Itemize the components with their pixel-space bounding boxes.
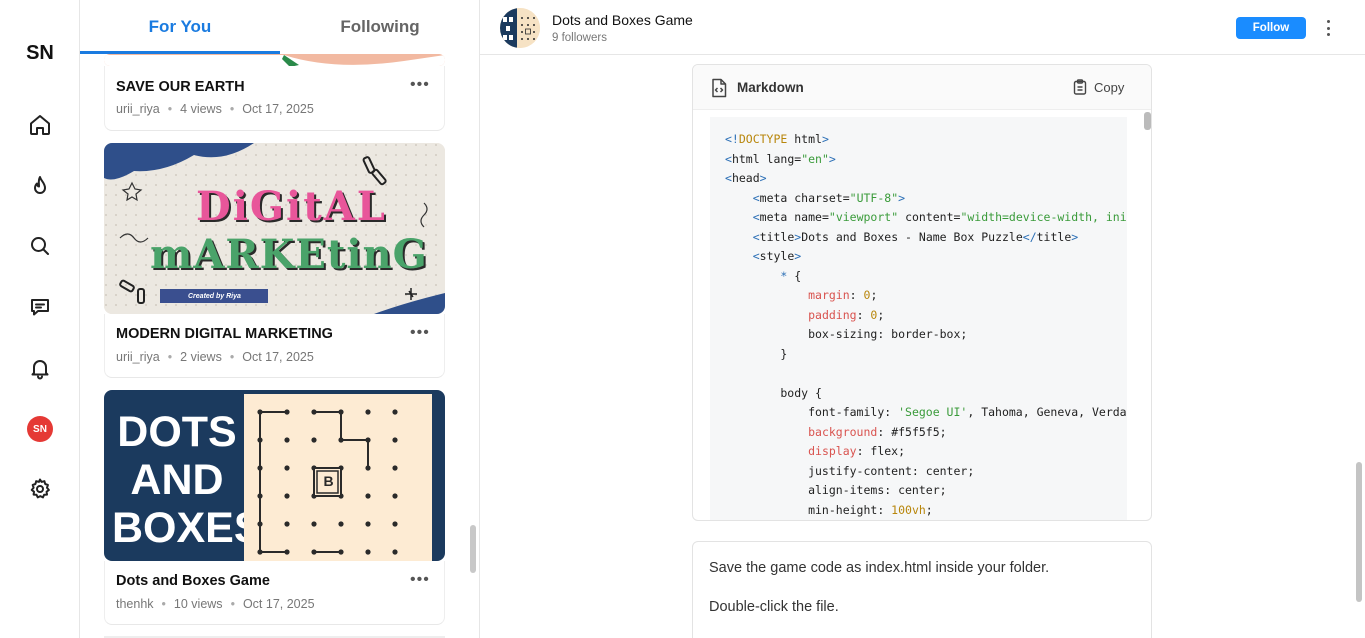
thumbnail-title-block: DOTS AND BOXES [112,408,263,552]
post-date: Oct 17, 2025 [242,102,314,116]
bell-icon[interactable] [27,355,53,381]
post-thumbnail[interactable]: DOTS AND BOXES B [104,390,445,561]
tab-following[interactable]: Following [280,0,479,54]
profile-avatar[interactable]: SN [27,416,53,442]
search-icon[interactable] [27,233,53,259]
post-views: 4 views [180,102,222,116]
post-title[interactable]: Dots and Boxes Game [116,573,270,589]
post-title[interactable]: SAVE OUR EARTH [116,79,245,95]
code-content[interactable]: <!DOCTYPE html> <html lang="en"> <head> … [710,117,1127,520]
more-options-icon[interactable]: ••• [410,76,430,94]
feed-tabs: For You Following [80,0,479,54]
clipboard-icon [1073,79,1087,95]
channel-avatar[interactable] [500,8,540,48]
instructions-block: Save the game code as index.html inside … [692,541,1152,638]
post-author[interactable]: urii_riya [116,350,160,364]
thumbnail-headline: DiGitAL [196,183,387,230]
post-meta: urii_riya • 4 views • Oct 17, 2025 [116,102,314,116]
tab-for-you[interactable]: For You [80,0,280,54]
post-author[interactable]: thenhk [116,597,154,611]
home-icon[interactable] [27,112,53,138]
more-options-icon[interactable]: ••• [410,324,430,342]
article-panel: Dots and Boxes Game 9 followers Follow M… [480,0,1365,638]
code-file-icon [710,78,728,103]
code-scrollbar[interactable] [1144,110,1151,520]
feed-column: For You Following SAVE OUR EARTH urii_ri… [80,0,480,638]
post-author[interactable]: urii_riya [116,102,160,116]
box-letter: B [323,473,334,489]
gear-icon[interactable] [27,476,53,502]
post-views: 10 views [173,597,223,611]
thumbnail-credit: Created by Riya [188,293,241,300]
more-options-icon[interactable]: ••• [410,571,430,589]
avatar: SN [27,416,53,442]
code-block: Markdown Copy <!DOCTYPE html> <html lang… [692,64,1152,521]
flame-icon[interactable] [27,173,53,199]
app-logo[interactable]: SN [0,42,80,65]
post-views: 2 views [180,350,222,364]
thumbnail-word: AND [130,456,224,504]
code-text: <!DOCTYPE html> <html lang="en"> <head> … [725,132,1127,517]
post-meta: thenhk • 10 views • Oct 17, 2025 [116,597,315,611]
follow-button[interactable]: Follow [1236,17,1306,39]
channel-name[interactable]: Dots and Boxes Game [552,12,693,28]
list-item[interactable] [104,561,445,625]
thumbnail-word: BOXES [112,504,263,552]
left-nav-rail: SN SN [0,0,80,638]
feed-scrollbar[interactable] [470,525,476,573]
page-scrollbar[interactable] [1356,462,1362,602]
copy-button[interactable]: Copy [1073,79,1124,95]
post-date: Oct 17, 2025 [242,350,314,364]
thumbnail-headline: mARKEtinG [150,231,428,278]
thumbnail-word: DOTS [117,408,237,456]
follower-count: 9 followers [552,32,607,44]
instruction-step: Double-click the file. [709,599,839,615]
code-language-label: Markdown [737,80,804,95]
copy-label: Copy [1094,79,1125,95]
post-meta: urii_riya • 2 views • Oct 17, 2025 [116,350,314,364]
post-thumbnail[interactable]: DiGitAL mARKEtinG Created by Riya [104,143,445,314]
post-date: Oct 17, 2025 [242,597,315,611]
code-block-header: Markdown Copy [693,65,1151,110]
list-item[interactable] [104,314,445,378]
dots-grid-illustration: B [244,394,432,561]
message-icon[interactable] [27,294,53,320]
list-item[interactable] [104,66,445,131]
feed-list[interactable]: SAVE OUR EARTH urii_riya • 4 views • Oct 17,… [80,54,479,638]
post-thumbnail[interactable] [104,54,445,66]
instruction-step: Save the game code as index.html inside … [709,560,1050,576]
channel-header: Dots and Boxes Game 9 followers Follow [480,0,1365,55]
more-options-icon[interactable] [1321,18,1335,38]
post-title[interactable]: MODERN DIGITAL MARKETING [116,326,333,342]
